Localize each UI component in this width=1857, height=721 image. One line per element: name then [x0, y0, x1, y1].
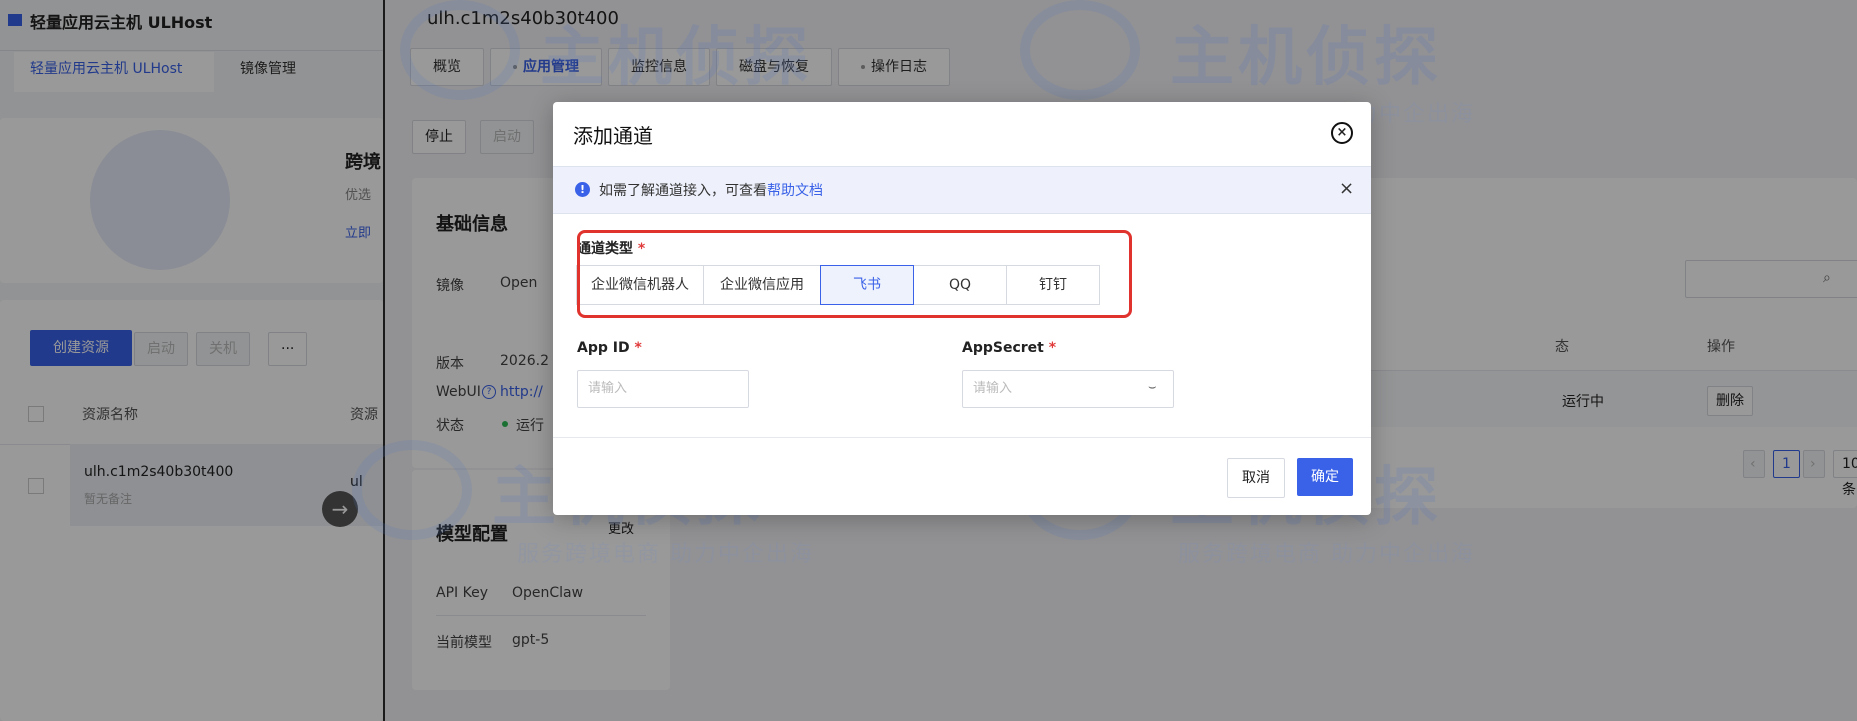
watermark-logo-icon [400, 0, 520, 100]
divider [553, 437, 1371, 438]
info-banner: ! 如需了解通道接入，可查看帮助文档 × [553, 166, 1371, 214]
app-id-input[interactable]: 请输入 [577, 370, 749, 408]
banner-close-icon[interactable]: × [1339, 178, 1354, 199]
close-icon[interactable]: × [1331, 122, 1353, 144]
cancel-button[interactable]: 取消 [1227, 458, 1285, 498]
eye-hidden-icon[interactable]: ⌣ [1148, 380, 1157, 395]
watermark-text: 主机侦探 [540, 21, 812, 95]
watermark-logo-icon [1020, 0, 1140, 100]
app-secret-label: AppSecret * [962, 340, 1057, 356]
app-id-label: App ID * [577, 340, 642, 356]
app-secret-input[interactable]: 请输入 [962, 370, 1174, 408]
watermark-text: 主机侦探 [1170, 21, 1442, 95]
channel-option-feishu[interactable]: 飞书 [820, 265, 914, 305]
help-doc-link[interactable]: 帮助文档 [767, 183, 823, 199]
info-text: 如需了解通道接入，可查看帮助文档 [599, 183, 823, 199]
watermark-sub: 服务跨境电商 助力中企出海 [1178, 542, 1475, 567]
info-icon: ! [575, 182, 590, 197]
watermark-logo-icon [352, 440, 472, 540]
add-channel-modal: 添加通道 × ! 如需了解通道接入，可查看帮助文档 × 通道类型 * 企业微信机… [553, 102, 1371, 515]
watermark-sub: 服务跨境电商 助力中企出海 [517, 542, 814, 567]
modal-title: 添加通道 [573, 124, 653, 148]
confirm-button[interactable]: 确定 [1297, 458, 1353, 496]
